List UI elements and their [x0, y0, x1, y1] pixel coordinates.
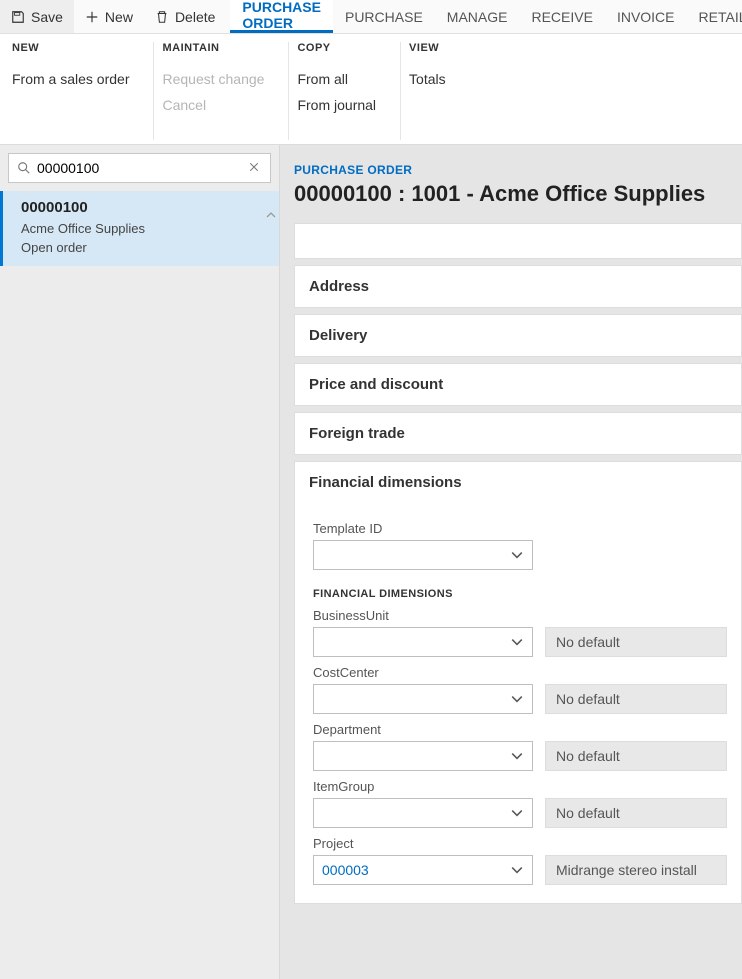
ribbon-group-maintain: MAINTAIN Request change Cancel — [162, 42, 289, 140]
panel-header: Address — [295, 266, 741, 307]
search-wrap — [0, 145, 279, 187]
list-item-title: 00000100 — [21, 199, 265, 216]
delete-label: Delete — [175, 9, 215, 25]
ribbon-group-new: NEW From a sales order — [12, 42, 154, 140]
department-desc: No default — [545, 741, 727, 771]
delete-button[interactable]: Delete — [144, 0, 226, 33]
department-combo[interactable] — [313, 741, 533, 771]
search-icon — [17, 161, 31, 175]
chevron-down-icon[interactable] — [508, 693, 526, 705]
action-tabs: PURCHASE ORDER PURCHASE MANAGE RECEIVE I… — [230, 0, 742, 33]
tab-purchase-order[interactable]: PURCHASE ORDER — [230, 0, 333, 33]
template-id-label: Template ID — [313, 521, 727, 536]
clear-search-icon[interactable] — [248, 161, 262, 175]
tab-retail[interactable]: RETAIL — [687, 0, 742, 33]
chevron-down-icon[interactable] — [508, 807, 526, 819]
panel-header: Foreign trade — [295, 413, 741, 454]
panel-body: Template ID FINANCIAL DIMENSIONS Busines… — [295, 503, 741, 903]
result-list: 00000100 Acme Office Supplies Open order — [0, 187, 279, 270]
top-toolbar: Save New Delete PURCHASE ORDER PURCHASE … — [0, 0, 742, 34]
save-label: Save — [31, 9, 63, 25]
tab-purchase[interactable]: PURCHASE — [333, 0, 435, 33]
save-button[interactable]: Save — [0, 0, 74, 33]
ribbon-group-copy: COPY From all From journal — [297, 42, 401, 140]
chevron-down-icon[interactable] — [508, 864, 526, 876]
panel-header[interactable]: Financial dimensions — [295, 462, 741, 503]
panel-address[interactable]: Address — [294, 265, 742, 308]
businessunit-input[interactable] — [322, 634, 508, 650]
page-title: 00000100 : 1001 - Acme Office Supplies — [294, 181, 732, 207]
chevron-down-icon[interactable] — [508, 636, 526, 648]
template-id-combo[interactable] — [313, 540, 533, 570]
tab-receive[interactable]: RECEIVE — [519, 0, 604, 33]
ribbon-group-title: COPY — [297, 42, 376, 54]
ribbon-from-all[interactable]: From all — [297, 66, 376, 92]
page-eyebrow: PURCHASE ORDER — [294, 163, 732, 177]
ribbon: NEW From a sales order MAINTAIN Request … — [0, 34, 742, 144]
page-header: PURCHASE ORDER 00000100 : 1001 - Acme Of… — [280, 145, 742, 219]
search-input[interactable] — [37, 160, 248, 176]
costcenter-input[interactable] — [322, 691, 508, 707]
panel-delivery[interactable]: Delivery — [294, 314, 742, 357]
itemgroup-label: ItemGroup — [313, 779, 727, 794]
panel-header: Price and discount — [295, 364, 741, 405]
plus-icon — [85, 10, 99, 24]
tab-manage[interactable]: MANAGE — [435, 0, 520, 33]
itemgroup-combo[interactable] — [313, 798, 533, 828]
ribbon-totals[interactable]: Totals — [409, 66, 446, 92]
ribbon-group-title: NEW — [12, 42, 129, 54]
ribbon-cancel: Cancel — [162, 92, 264, 118]
financial-dimensions-section-title: FINANCIAL DIMENSIONS — [313, 588, 727, 600]
project-label: Project — [313, 836, 727, 851]
left-panel: 00000100 Acme Office Supplies Open order — [0, 145, 280, 979]
ribbon-request-change: Request change — [162, 66, 264, 92]
ribbon-group-view: VIEW Totals — [409, 42, 470, 140]
new-label: New — [105, 9, 133, 25]
businessunit-label: BusinessUnit — [313, 608, 727, 623]
ribbon-group-title: VIEW — [409, 42, 446, 54]
department-label: Department — [313, 722, 727, 737]
costcenter-label: CostCenter — [313, 665, 727, 680]
list-item-status: Open order — [21, 239, 265, 258]
businessunit-combo[interactable] — [313, 627, 533, 657]
trash-icon — [155, 10, 169, 24]
costcenter-desc: No default — [545, 684, 727, 714]
project-input[interactable] — [322, 862, 508, 878]
department-input[interactable] — [322, 748, 508, 764]
panel-blank[interactable] — [294, 223, 742, 259]
chevron-down-icon[interactable] — [508, 549, 526, 561]
ribbon-from-sales-order[interactable]: From a sales order — [12, 66, 129, 92]
itemgroup-input[interactable] — [322, 805, 508, 821]
panel-financial-dimensions: Financial dimensions Template ID FINANCI… — [294, 461, 742, 904]
project-combo[interactable] — [313, 855, 533, 885]
ribbon-group-title: MAINTAIN — [162, 42, 264, 54]
list-item[interactable]: 00000100 Acme Office Supplies Open order — [0, 191, 279, 266]
costcenter-combo[interactable] — [313, 684, 533, 714]
panel-price-discount[interactable]: Price and discount — [294, 363, 742, 406]
itemgroup-desc: No default — [545, 798, 727, 828]
tab-invoice[interactable]: INVOICE — [605, 0, 687, 33]
scroll-up-icon[interactable] — [265, 207, 277, 223]
search-box[interactable] — [8, 153, 271, 183]
panel-header: Delivery — [295, 315, 741, 356]
detail-panel: PURCHASE ORDER 00000100 : 1001 - Acme Of… — [280, 145, 742, 979]
body: 00000100 Acme Office Supplies Open order… — [0, 144, 742, 979]
list-item-vendor: Acme Office Supplies — [21, 220, 265, 239]
new-button[interactable]: New — [74, 0, 144, 33]
template-id-input[interactable] — [322, 547, 508, 563]
chevron-down-icon[interactable] — [508, 750, 526, 762]
businessunit-desc: No default — [545, 627, 727, 657]
ribbon-from-journal[interactable]: From journal — [297, 92, 376, 118]
save-icon — [11, 10, 25, 24]
project-desc: Midrange stereo install — [545, 855, 727, 885]
panel-foreign-trade[interactable]: Foreign trade — [294, 412, 742, 455]
